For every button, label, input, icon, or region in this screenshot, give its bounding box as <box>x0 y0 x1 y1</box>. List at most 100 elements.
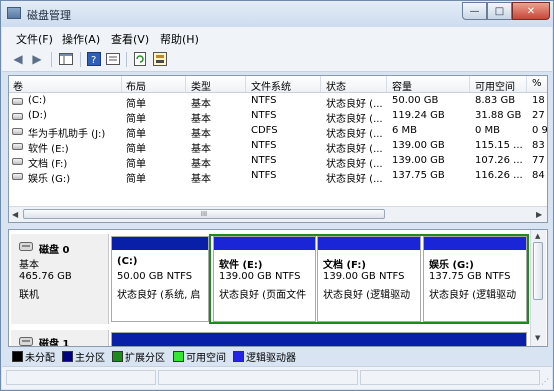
title-bar[interactable]: 磁盘管理 — □ ✕ <box>1 1 553 27</box>
vertical-scroll-thumb[interactable] <box>533 242 543 300</box>
disk-management-window: 磁盘管理 — □ ✕ 文件(F) 操作(A) 查看(V) 帮助(H) ◀ ▶ ? <box>0 0 554 391</box>
partition-name: (C:) <box>117 256 138 267</box>
legend-swatch <box>12 351 23 362</box>
column-header-filesystem[interactable]: 文件系统 <box>251 78 291 93</box>
refresh-icon[interactable] <box>132 51 148 67</box>
legend: 未分配 主分区 扩展分区 可用空间 逻辑驱动器 <box>10 348 546 364</box>
back-arrow-icon[interactable]: ◀ <box>10 51 26 67</box>
volume-status: 状态良好 (... <box>326 144 383 155</box>
legend-label: 逻辑驱动器 <box>246 353 296 364</box>
column-divider[interactable] <box>245 76 246 92</box>
horizontal-scroll-thumb[interactable]: III <box>23 209 385 219</box>
scroll-right-arrow-icon[interactable]: ▶ <box>536 210 542 219</box>
volume-filesystem: NTFS <box>251 110 277 121</box>
minimize-button[interactable]: — <box>462 2 487 20</box>
partition-f[interactable]: 文档 (F:) 139.00 GB NTFS 状态良好 (逻辑驱动 <box>317 236 421 322</box>
volume-name: 华为手机助手 (J:) <box>28 129 106 140</box>
column-header-type[interactable]: 类型 <box>191 78 211 93</box>
volume-layout: 简单 <box>126 144 146 155</box>
volume-type: 基本 <box>191 174 211 185</box>
volume-row-c[interactable]: (C:) 简单 基本 NTFS 状态良好 (... 50.00 GB 8.83 … <box>9 94 547 110</box>
volume-free-space: 8.83 GB <box>475 95 516 106</box>
partition-name: 软件 (E:) <box>219 260 263 271</box>
volume-row-j[interactable]: 华为手机助手 (J:) 简单 基本 CDFS 状态良好 (... 6 MB 0 … <box>9 124 547 140</box>
partition-e[interactable]: 软件 (E:) 139.00 GB NTFS 状态良好 (页面文件 <box>213 236 316 322</box>
column-header-volume[interactable]: 卷 <box>13 78 23 93</box>
volume-filesystem: NTFS <box>251 140 277 151</box>
column-header-percent-free[interactable]: % <box>532 78 542 89</box>
help-icon[interactable]: ? <box>86 51 102 67</box>
volume-row-e[interactable]: 软件 (E:) 简单 基本 NTFS 状态良好 (... 139.00 GB 1… <box>9 139 547 155</box>
volume-percent-free: 77 <box>532 155 545 166</box>
volume-free-space: 0 MB <box>475 125 501 136</box>
resize-grip-icon[interactable]: ⋰ <box>541 377 549 386</box>
console-tree-icon[interactable] <box>58 51 74 67</box>
disk-0-label[interactable]: 磁盘 0 基本 465.76 GB 联机 <box>11 234 109 324</box>
volume-percent-free: 84 <box>532 170 545 181</box>
logical-drive-bar <box>424 237 526 250</box>
volume-type: 基本 <box>191 144 211 155</box>
legend-swatch <box>62 351 73 362</box>
volume-capacity: 50.00 GB <box>392 95 439 106</box>
primary-partition-bar <box>112 333 526 346</box>
menu-action[interactable]: 操作(A) <box>62 31 100 47</box>
status-bar: ⋰ <box>2 366 552 389</box>
drive-icon <box>12 143 23 150</box>
export-list-icon[interactable] <box>152 51 168 67</box>
legend-free-space: 可用空间 <box>173 349 226 364</box>
volume-free-space: 115.15 ... <box>475 140 523 151</box>
volume-name: 软件 (E:) <box>28 144 69 155</box>
volume-type: 基本 <box>191 159 211 170</box>
column-divider[interactable] <box>386 76 387 92</box>
column-header-capacity[interactable]: 容量 <box>392 78 412 93</box>
column-header-status[interactable]: 状态 <box>326 78 346 93</box>
partition-c[interactable]: (C:) 50.00 GB NTFS 状态良好 (系统, 启 <box>111 236 209 322</box>
forward-arrow-icon[interactable]: ▶ <box>29 51 45 67</box>
scroll-left-arrow-icon[interactable]: ◀ <box>12 210 18 219</box>
maximize-button[interactable]: □ <box>487 2 512 20</box>
volume-row-d[interactable]: (D:) 简单 基本 NTFS 状态良好 (... 119.24 GB 31.8… <box>9 109 547 125</box>
properties-icon[interactable] <box>105 51 121 67</box>
vertical-scrollbar[interactable]: ▲ ▼ <box>530 230 546 346</box>
column-header-free-space[interactable]: 可用空间 <box>475 78 515 93</box>
volume-capacity: 6 MB <box>392 125 418 136</box>
scroll-up-arrow-icon[interactable]: ▲ <box>535 232 540 240</box>
volume-name: 娱乐 (G:) <box>28 174 71 185</box>
drive-icon <box>12 158 23 165</box>
partition-g[interactable]: 娱乐 (G:) 137.75 GB NTFS 状态良好 (逻辑驱动 <box>423 236 527 322</box>
disk-1-partition[interactable] <box>111 332 527 346</box>
column-divider[interactable] <box>469 76 470 92</box>
column-header-layout[interactable]: 布局 <box>126 78 146 93</box>
horizontal-scrollbar[interactable]: ◀ III ▶ <box>9 206 547 222</box>
legend-unallocated: 未分配 <box>12 349 55 364</box>
column-divider[interactable] <box>526 76 527 92</box>
column-divider[interactable] <box>185 76 186 92</box>
volume-type: 基本 <box>191 129 211 140</box>
legend-extended-partition: 扩展分区 <box>112 349 165 364</box>
volume-status: 状态良好 (... <box>326 174 383 185</box>
column-divider[interactable] <box>121 76 122 92</box>
volume-filesystem: CDFS <box>251 125 278 136</box>
scroll-down-arrow-icon[interactable]: ▼ <box>535 334 540 342</box>
close-button[interactable]: ✕ <box>512 2 550 20</box>
disk-icon <box>19 242 33 251</box>
volume-status: 状态良好 (... <box>326 99 383 110</box>
menu-file[interactable]: 文件(F) <box>16 31 53 47</box>
legend-swatch <box>112 351 123 362</box>
column-divider[interactable] <box>320 76 321 92</box>
toolbar-separator <box>126 52 127 67</box>
logical-drive-bar <box>214 237 315 250</box>
menu-help[interactable]: 帮助(H) <box>160 31 199 47</box>
disk-icon <box>19 337 33 346</box>
legend-primary-partition: 主分区 <box>62 349 105 364</box>
volume-type: 基本 <box>191 99 211 110</box>
disk-0-type: 基本 <box>19 260 39 271</box>
menu-view[interactable]: 查看(V) <box>111 31 149 47</box>
status-pane <box>6 370 156 385</box>
volume-row-g[interactable]: 娱乐 (G:) 简单 基本 NTFS 状态良好 (... 137.75 GB 1… <box>9 169 547 185</box>
volume-row-f[interactable]: 文档 (F:) 简单 基本 NTFS 状态良好 (... 139.00 GB 1… <box>9 154 547 170</box>
logical-drive-bar <box>318 237 420 250</box>
legend-label: 未分配 <box>25 353 55 364</box>
volume-percent-free: 18 <box>532 95 545 106</box>
disk-1-label[interactable]: 磁盘 1 <box>11 330 109 346</box>
